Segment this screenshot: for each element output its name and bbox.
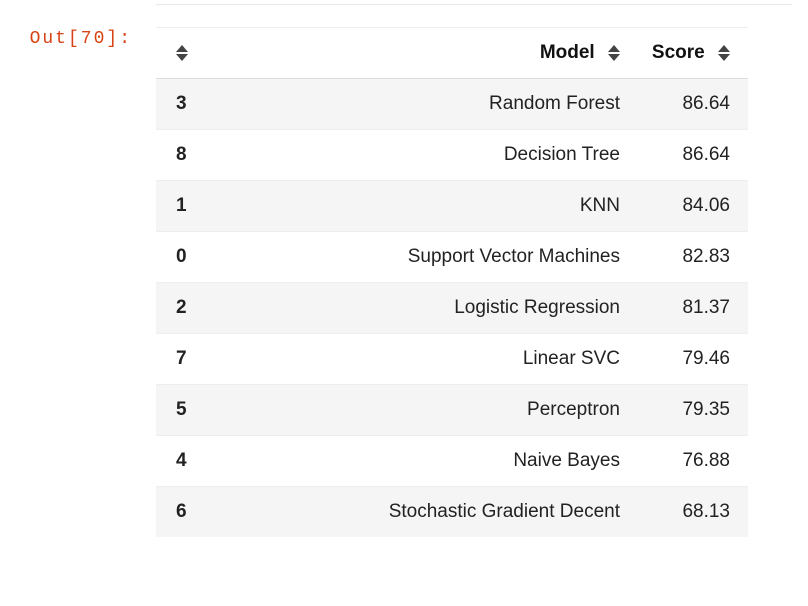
- column-header-score-label: Score: [652, 42, 705, 63]
- row-index: 6: [156, 487, 210, 538]
- table-row: 8Decision Tree86.64: [156, 130, 748, 181]
- column-header-index[interactable]: [156, 28, 210, 79]
- row-score: 86.64: [638, 130, 748, 181]
- output-cell: Out[70]: Model: [0, 5, 808, 537]
- row-score: 79.35: [638, 385, 748, 436]
- row-score: 79.46: [638, 334, 748, 385]
- row-score: 81.37: [638, 283, 748, 334]
- row-index: 4: [156, 436, 210, 487]
- table-row: 5Perceptron79.35: [156, 385, 748, 436]
- row-model: Random Forest: [210, 79, 638, 130]
- column-header-score[interactable]: Score: [638, 28, 748, 79]
- row-score: 68.13: [638, 487, 748, 538]
- row-model: Linear SVC: [210, 334, 638, 385]
- table-row: 0Support Vector Machines82.83: [156, 232, 748, 283]
- table-row: 6Stochastic Gradient Decent68.13: [156, 487, 748, 538]
- dataframe-table: Model Score 3Random Forest86.648Decision…: [156, 27, 748, 537]
- table-row: 1KNN84.06: [156, 181, 748, 232]
- row-model: Logistic Regression: [210, 283, 638, 334]
- row-model: Decision Tree: [210, 130, 638, 181]
- row-index: 8: [156, 130, 210, 181]
- row-model: KNN: [210, 181, 638, 232]
- row-index: 2: [156, 283, 210, 334]
- row-index: 1: [156, 181, 210, 232]
- sort-icon: [718, 45, 730, 61]
- row-model: Naive Bayes: [210, 436, 638, 487]
- table-row: 2Logistic Regression81.37: [156, 283, 748, 334]
- row-score: 84.06: [638, 181, 748, 232]
- sort-icon: [176, 45, 188, 61]
- row-score: 86.64: [638, 79, 748, 130]
- output-area: Model Score 3Random Forest86.648Decision…: [156, 27, 808, 537]
- sort-icon: [608, 45, 620, 61]
- row-score: 82.83: [638, 232, 748, 283]
- table-body: 3Random Forest86.648Decision Tree86.641K…: [156, 79, 748, 538]
- row-index: 3: [156, 79, 210, 130]
- column-header-model[interactable]: Model: [210, 28, 638, 79]
- row-model: Support Vector Machines: [210, 232, 638, 283]
- row-model: Perceptron: [210, 385, 638, 436]
- table-header-row: Model Score: [156, 28, 748, 79]
- table-row: 3Random Forest86.64: [156, 79, 748, 130]
- row-index: 7: [156, 334, 210, 385]
- output-prompt-label: Out[70]:: [0, 27, 156, 49]
- row-index: 5: [156, 385, 210, 436]
- table-row: 4Naive Bayes76.88: [156, 436, 748, 487]
- row-model: Stochastic Gradient Decent: [210, 487, 638, 538]
- row-index: 0: [156, 232, 210, 283]
- row-score: 76.88: [638, 436, 748, 487]
- table-row: 7Linear SVC79.46: [156, 334, 748, 385]
- column-header-model-label: Model: [540, 42, 595, 63]
